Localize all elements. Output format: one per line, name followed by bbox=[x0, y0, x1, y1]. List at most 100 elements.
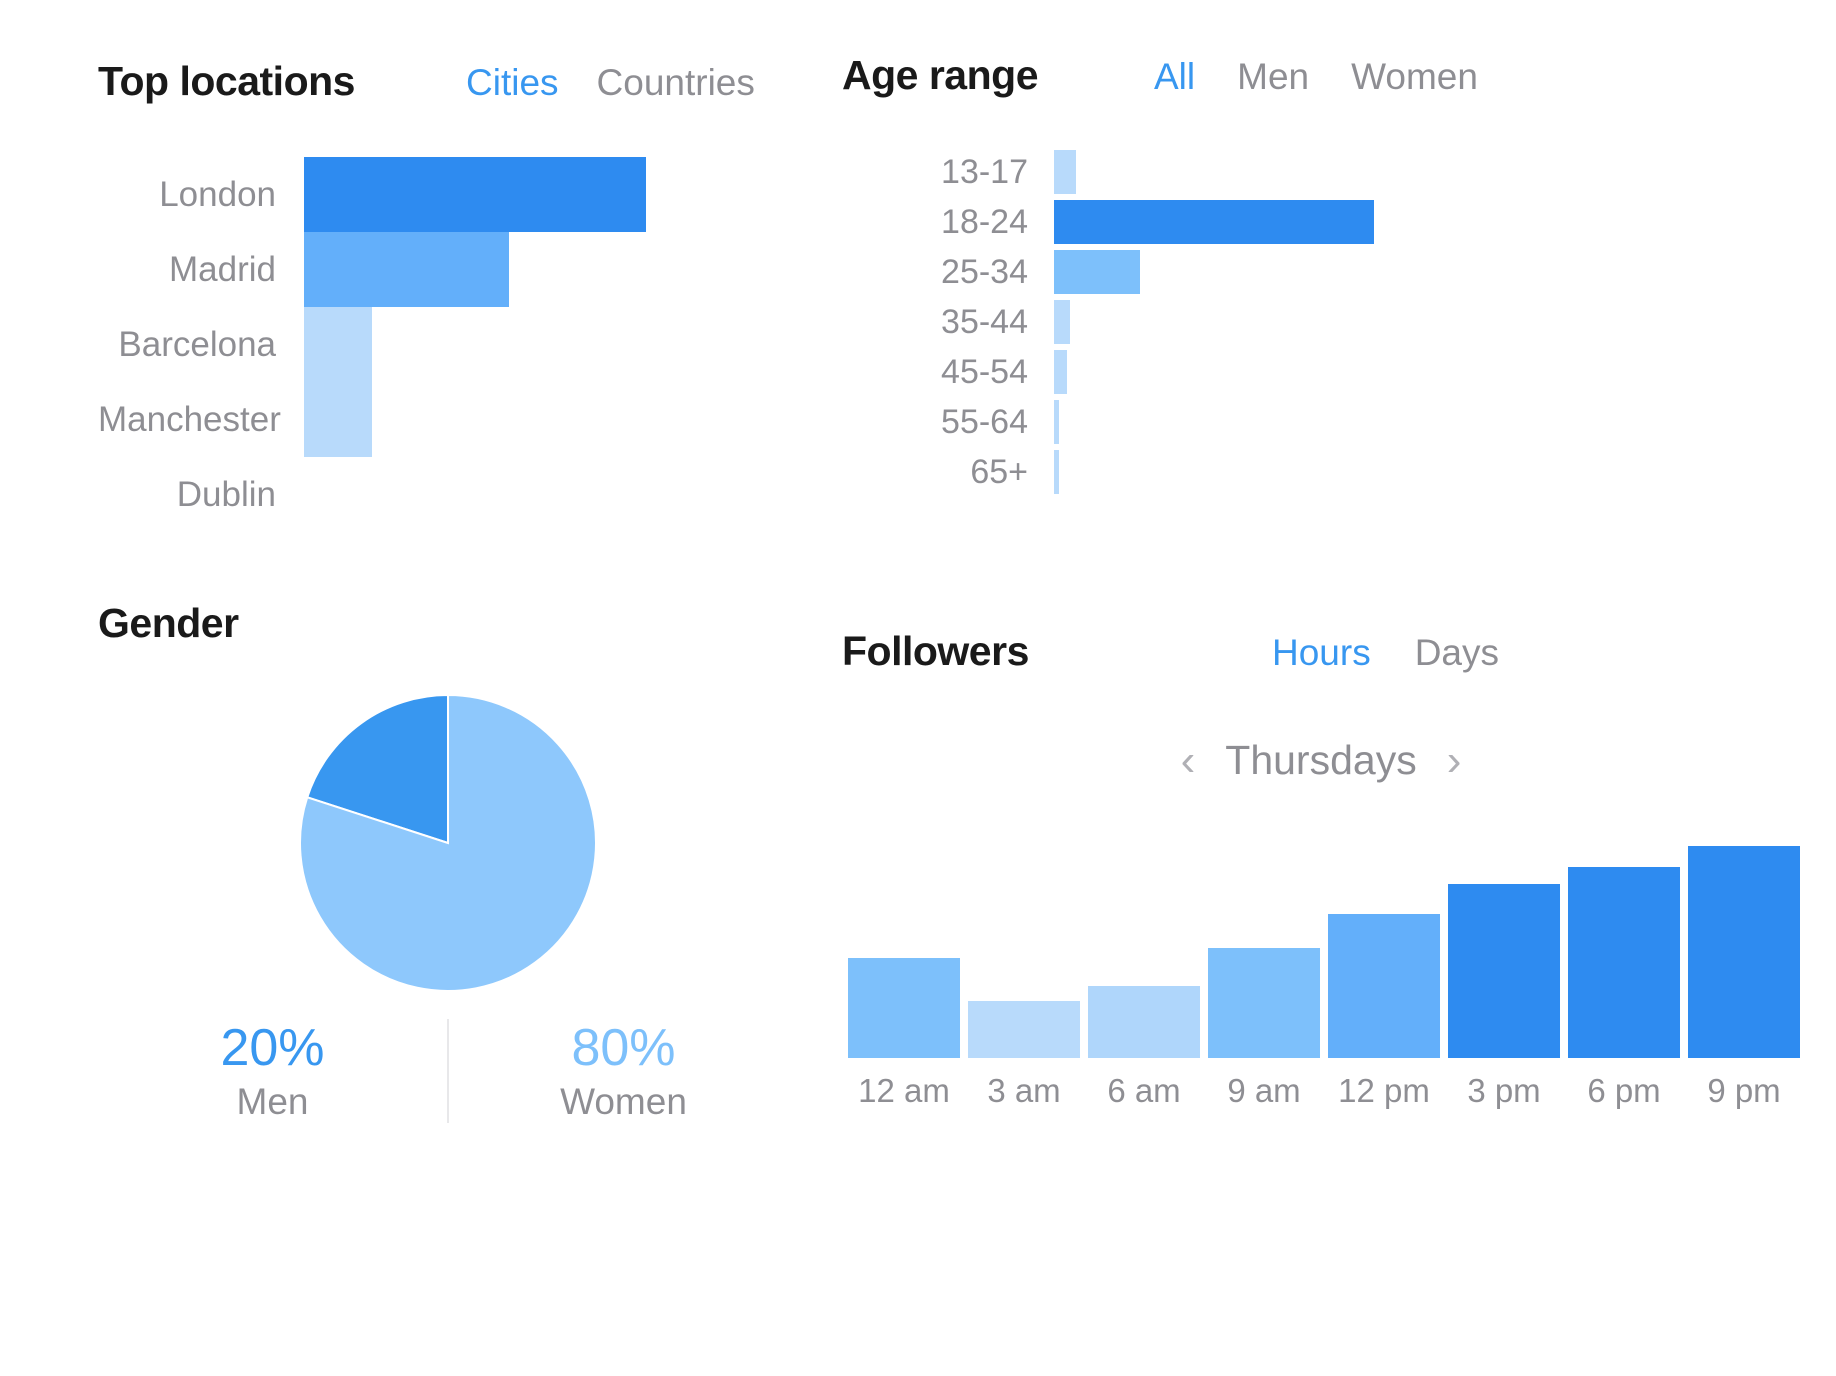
bar-track bbox=[1054, 300, 1782, 344]
bar-time-label: 12 am bbox=[858, 1072, 950, 1109]
bar-category-label: Manchester bbox=[98, 399, 281, 439]
bar-track bbox=[304, 232, 838, 307]
age-range-chart: 13-17 18-24 25-34 35-44 45-54 55-64 65+ bbox=[842, 147, 1782, 497]
day-nav-label: Thursdays bbox=[1225, 737, 1417, 783]
bar-category-label: Madrid bbox=[169, 249, 276, 289]
day-navigator: ‹ Thursdays › bbox=[842, 737, 1800, 784]
chevron-left-icon[interactable]: ‹ bbox=[1181, 738, 1196, 783]
bar-fill bbox=[1208, 947, 1320, 1058]
top-locations-tabs: Cities Countries bbox=[466, 62, 755, 104]
bar-time-label: 3 am bbox=[987, 1072, 1061, 1109]
bar-category-label: 25-34 bbox=[941, 252, 1028, 291]
followers-chart bbox=[842, 846, 1800, 1058]
bar-fill bbox=[1688, 846, 1800, 1058]
bar-track bbox=[304, 157, 838, 232]
bar-category-label: 13-17 bbox=[941, 152, 1028, 191]
top-locations-card: Top locations Cities Countries London Mad… bbox=[98, 58, 838, 532]
bar-row: 65+ bbox=[842, 447, 1782, 497]
bar-category-label: London bbox=[159, 174, 276, 214]
gender-header: Gender bbox=[98, 600, 798, 647]
bar-row: 25-34 bbox=[842, 247, 1782, 297]
bar-track bbox=[1054, 150, 1782, 194]
bar-column bbox=[1088, 846, 1200, 1058]
followers-title: Followers bbox=[842, 628, 1029, 674]
age-range-title: Age range bbox=[842, 52, 1039, 98]
bar-fill bbox=[1448, 884, 1560, 1058]
bar-time-label: 3 pm bbox=[1467, 1072, 1541, 1109]
bar-fill bbox=[1054, 250, 1141, 294]
bar-fill bbox=[1054, 400, 1059, 444]
bar-row: Dublin bbox=[98, 457, 838, 532]
bar-column bbox=[1328, 846, 1440, 1058]
men-label: Men bbox=[236, 1081, 309, 1123]
bar-track bbox=[1054, 350, 1782, 394]
tab-men[interactable]: Men bbox=[1237, 56, 1309, 98]
gender-card: Gender 20% Men 80% Women bbox=[98, 600, 798, 1124]
bar-category-label: 45-54 bbox=[941, 352, 1028, 391]
bar-fill bbox=[304, 307, 373, 382]
bar-time-label: 12 pm bbox=[1338, 1072, 1430, 1109]
women-label: Women bbox=[560, 1081, 687, 1123]
bar-time-label: 9 am bbox=[1227, 1072, 1301, 1109]
women-percentage: 80% bbox=[571, 1019, 676, 1077]
followers-tabs: Hours Days bbox=[1272, 632, 1499, 674]
bar-row: 13-17 bbox=[842, 147, 1782, 197]
tab-hours[interactable]: Hours bbox=[1272, 632, 1371, 674]
bar-category-label: 65+ bbox=[970, 452, 1028, 491]
bar-row: 45-54 bbox=[842, 347, 1782, 397]
bar-category-label: Dublin bbox=[176, 474, 276, 514]
bar-fill bbox=[1088, 985, 1200, 1058]
bar-column bbox=[968, 846, 1080, 1058]
bar-fill bbox=[1054, 350, 1067, 394]
bar-track bbox=[304, 457, 838, 532]
analytics-dashboard: Top locations Cities Countries London Mad… bbox=[0, 0, 1836, 1376]
tab-countries[interactable]: Countries bbox=[597, 62, 755, 104]
bar-column bbox=[1208, 846, 1320, 1058]
bar-fill bbox=[1328, 913, 1440, 1058]
bar-column bbox=[1568, 846, 1680, 1058]
top-locations-chart: London Madrid Barcelona Manchester Dublin bbox=[98, 157, 838, 532]
bar-track bbox=[304, 307, 838, 382]
bar-category-label: 55-64 bbox=[941, 402, 1028, 441]
bar-column bbox=[848, 846, 960, 1058]
bar-time-label: 6 am bbox=[1107, 1072, 1181, 1109]
gender-pie-chart bbox=[299, 693, 597, 992]
bar-track bbox=[1054, 250, 1782, 294]
bar-category-label: 18-24 bbox=[941, 202, 1028, 241]
followers-header: Followers Hours Days bbox=[842, 628, 1800, 675]
bar-fill bbox=[1054, 200, 1374, 244]
gender-men-stat: 20% Men bbox=[98, 1019, 447, 1123]
followers-axis-labels: 12 am 3 am 6 am 9 am 12 pm 3 pm 6 pm 9 pm bbox=[842, 1072, 1800, 1110]
bar-row: 55-64 bbox=[842, 397, 1782, 447]
bar-fill bbox=[848, 958, 960, 1058]
bar-fill bbox=[1568, 867, 1680, 1058]
bar-row: 35-44 bbox=[842, 297, 1782, 347]
bar-fill bbox=[1054, 150, 1077, 194]
bar-fill bbox=[1054, 450, 1059, 494]
bar-category-label: 35-44 bbox=[941, 302, 1028, 341]
bar-track bbox=[304, 382, 838, 457]
bar-fill bbox=[304, 382, 373, 457]
age-range-header: Age range All Men Women bbox=[842, 52, 1782, 99]
tab-women[interactable]: Women bbox=[1351, 56, 1478, 98]
tab-days[interactable]: Days bbox=[1415, 632, 1499, 674]
bar-column bbox=[1688, 846, 1800, 1058]
top-locations-header: Top locations Cities Countries bbox=[98, 58, 838, 105]
gender-title: Gender bbox=[98, 600, 239, 646]
bar-fill bbox=[304, 232, 510, 307]
bar-row: 18-24 bbox=[842, 197, 1782, 247]
bar-row: Madrid bbox=[98, 232, 838, 307]
bar-row: London bbox=[98, 157, 838, 232]
tab-cities[interactable]: Cities bbox=[466, 62, 559, 104]
bar-track bbox=[1054, 400, 1782, 444]
bar-row: Manchester bbox=[98, 382, 838, 457]
bar-track bbox=[1054, 450, 1782, 494]
bar-fill bbox=[1054, 300, 1070, 344]
men-percentage: 20% bbox=[220, 1019, 325, 1077]
age-range-card: Age range All Men Women 13-17 18-24 25-34 3… bbox=[842, 52, 1782, 497]
age-range-tabs: All Men Women bbox=[1154, 56, 1478, 98]
gender-pie-wrap bbox=[98, 693, 798, 993]
gender-legend: 20% Men 80% Women bbox=[98, 1019, 798, 1124]
tab-all[interactable]: All bbox=[1154, 56, 1195, 98]
chevron-right-icon[interactable]: › bbox=[1447, 738, 1462, 783]
